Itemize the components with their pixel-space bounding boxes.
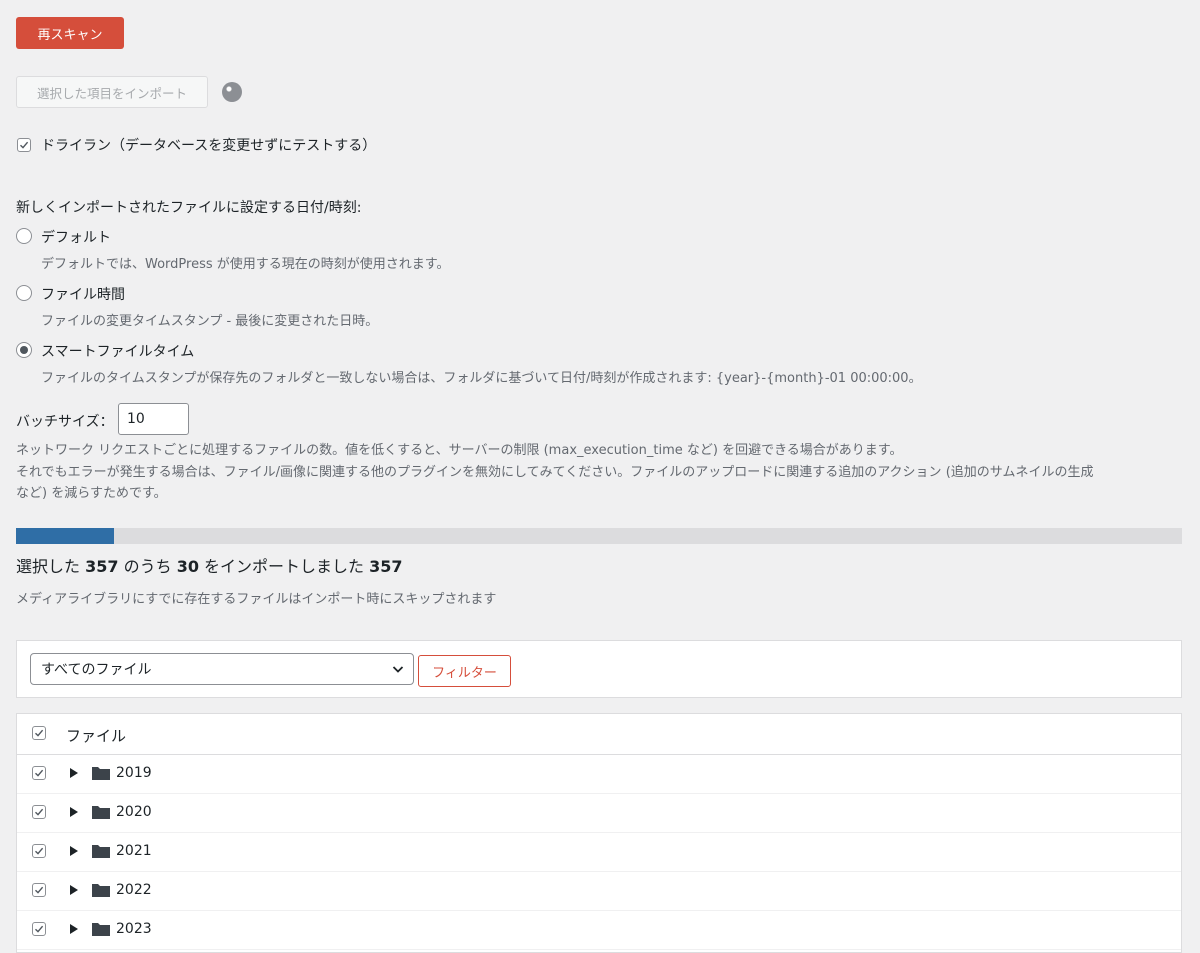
folder-name: 2021 xyxy=(116,843,152,859)
table-row[interactable]: 2020 xyxy=(17,793,1181,833)
file-table: ファイル 2019 2020 2021 2022 2023 xyxy=(16,713,1182,953)
import-selected-button[interactable]: 選択した項目をインポート xyxy=(16,76,208,108)
expand-arrow-icon[interactable] xyxy=(70,807,78,817)
radio-default-label: デフォルト xyxy=(41,230,111,246)
folder-icon xyxy=(92,806,110,819)
radio-smart-file-time[interactable] xyxy=(16,342,32,358)
checkmark-icon xyxy=(35,808,44,816)
column-header-file: ファイル xyxy=(66,727,127,745)
dry-run-label: ドライラン（データベースを変更せずにテストする） xyxy=(41,138,377,154)
expand-arrow-icon[interactable] xyxy=(70,924,78,934)
table-header: ファイル xyxy=(17,714,1181,755)
table-row[interactable]: 2022 xyxy=(17,871,1181,911)
folder-icon xyxy=(92,845,110,858)
filter-bar: すべてのファイル フィルター xyxy=(16,640,1182,698)
folder-name: 2022 xyxy=(116,882,152,898)
folder-name: 2019 xyxy=(116,765,152,781)
radio-smart-file-time-desc: ファイルのタイムスタンプが保存先のフォルダと一致しない場合は、フォルダに基づいて… xyxy=(41,371,922,386)
checkmark-icon xyxy=(35,847,44,855)
status-suffix: をインポートしました xyxy=(198,557,370,576)
radio-default[interactable] xyxy=(16,228,32,244)
select-all-checkbox[interactable] xyxy=(32,726,46,740)
folder-icon xyxy=(92,923,110,936)
folder-name: 2020 xyxy=(116,804,152,820)
status-total: 357 xyxy=(85,557,119,576)
radio-file-time-label: ファイル時間 xyxy=(41,287,125,303)
filter-button[interactable]: フィルター xyxy=(418,655,511,687)
batch-desc-3: など) を減らすためです。 xyxy=(16,486,167,501)
status-total-again: 357 xyxy=(369,557,403,576)
folder-icon xyxy=(92,767,110,780)
date-section-title: 新しくインポートされたファイルに設定する日付/時刻: xyxy=(16,200,362,216)
status-middle: のうち xyxy=(118,557,177,576)
expand-arrow-icon[interactable] xyxy=(70,768,78,778)
chevron-down-icon xyxy=(392,666,404,673)
row-checkbox[interactable] xyxy=(32,883,46,897)
file-filter-selected: すべてのファイル xyxy=(41,662,152,678)
status-done: 30 xyxy=(176,557,199,576)
row-checkbox[interactable] xyxy=(32,922,46,936)
progress-fill xyxy=(16,528,114,544)
progress-bar xyxy=(16,528,1182,544)
checkmark-icon xyxy=(35,729,44,737)
batch-size-label: バッチサイズ： xyxy=(16,414,114,430)
radio-file-time-desc: ファイルの変更タイムスタンプ - 最後に変更された日時。 xyxy=(41,314,379,329)
status-indicator-icon xyxy=(222,82,242,102)
folder-icon xyxy=(92,884,110,897)
radio-file-time[interactable] xyxy=(16,285,32,301)
import-status-text: 選択した 357 のうち 30 をインポートしました 357 xyxy=(16,553,403,577)
row-checkbox[interactable] xyxy=(32,844,46,858)
table-row[interactable]: 2021 xyxy=(17,832,1181,872)
skip-note: メディアライブラリにすでに存在するファイルはインポート時にスキップされます xyxy=(16,592,497,607)
batch-size-input[interactable] xyxy=(118,403,189,435)
checkmark-icon xyxy=(35,925,44,933)
batch-desc-2: それでもエラーが発生する場合は、ファイル/画像に関連する他のプラグインを無効にし… xyxy=(16,465,1094,480)
file-filter-select[interactable]: すべてのファイル xyxy=(30,653,414,685)
folder-name: 2023 xyxy=(116,921,152,937)
expand-arrow-icon[interactable] xyxy=(70,846,78,856)
checkmark-icon xyxy=(35,886,44,894)
row-checkbox[interactable] xyxy=(32,805,46,819)
row-checkbox[interactable] xyxy=(32,766,46,780)
radio-smart-file-time-label: スマートファイルタイム xyxy=(41,344,195,360)
batch-desc-1: ネットワーク リクエストごとに処理するファイルの数。値を低くすると、サーバーの制… xyxy=(16,443,903,458)
rescan-button[interactable]: 再スキャン xyxy=(16,17,124,49)
checkmark-icon xyxy=(20,141,29,149)
table-row[interactable]: 2019 xyxy=(17,754,1181,794)
status-prefix: 選択した xyxy=(16,557,86,576)
table-row[interactable]: 2023 xyxy=(17,910,1181,950)
dry-run-checkbox[interactable] xyxy=(17,138,31,152)
expand-arrow-icon[interactable] xyxy=(70,885,78,895)
checkmark-icon xyxy=(35,769,44,777)
radio-default-desc: デフォルトでは、WordPress が使用する現在の時刻が使用されます。 xyxy=(41,257,450,272)
